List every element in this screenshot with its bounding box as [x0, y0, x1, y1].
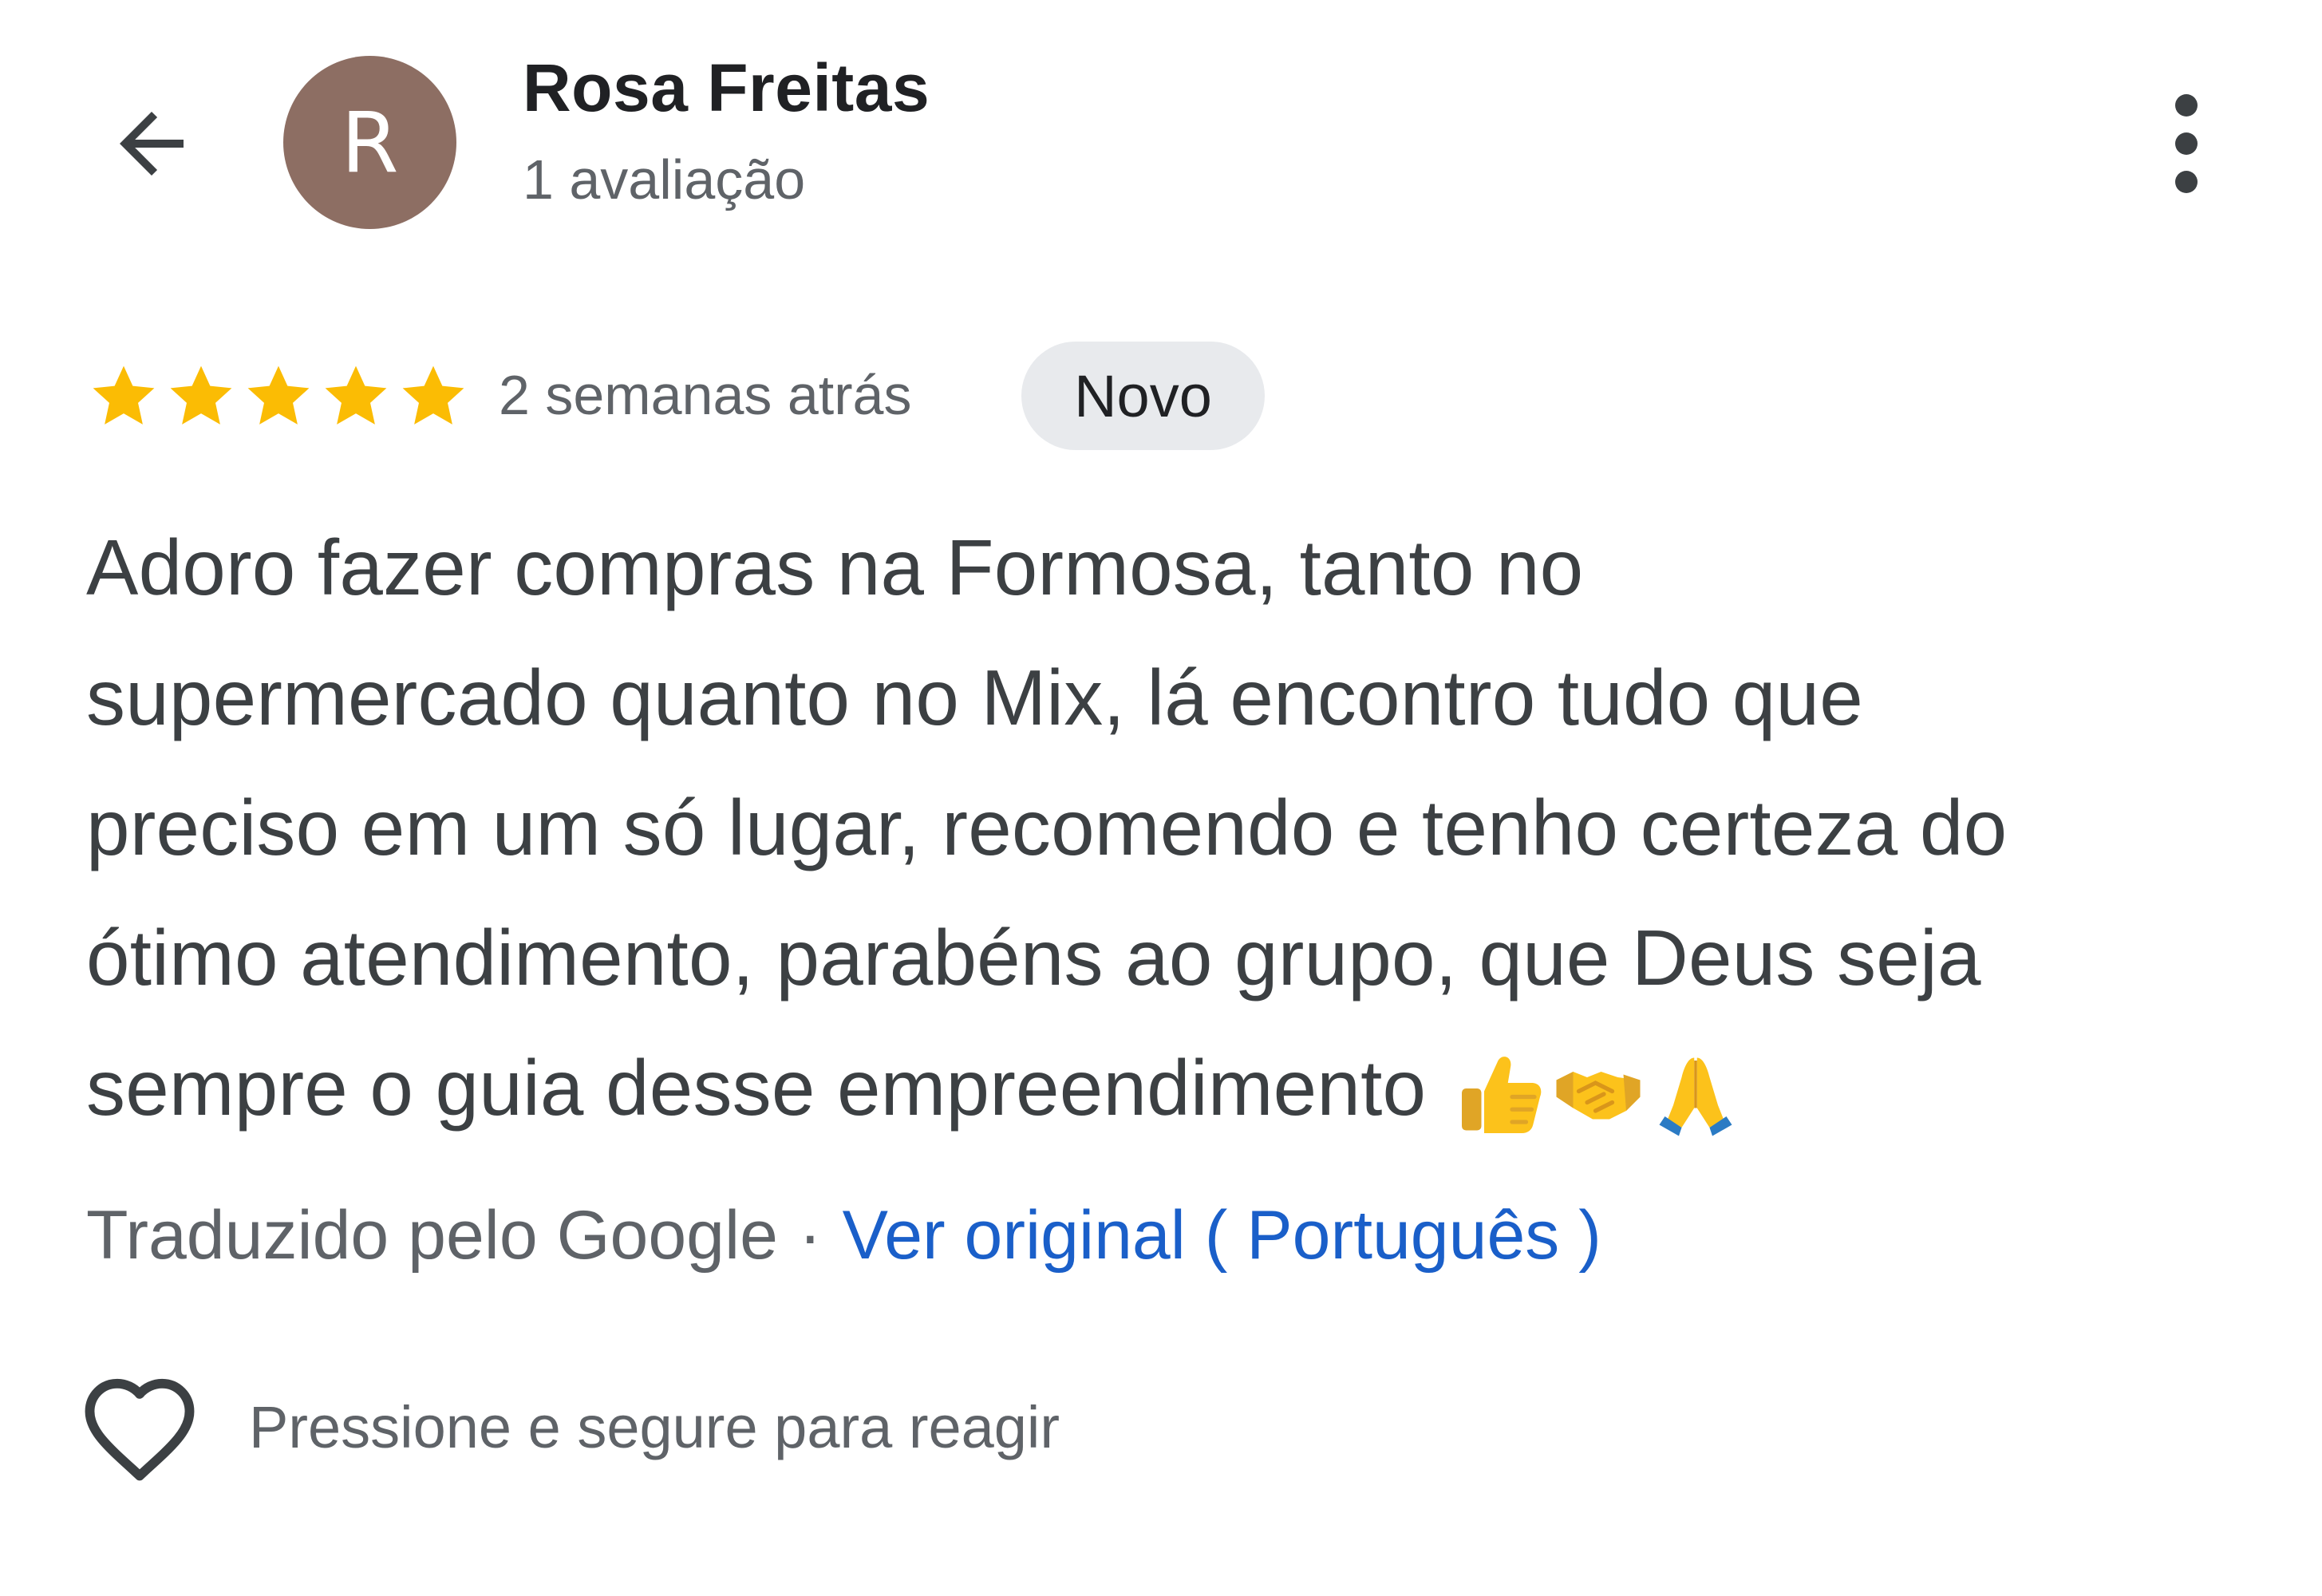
review-date: 2 semanas atrás: [499, 364, 912, 426]
heart-outline-icon: [85, 1378, 195, 1481]
star-icon: [402, 365, 464, 425]
star-icon: [325, 365, 387, 425]
separator: ·: [798, 1197, 822, 1274]
review-line: Adoro fazer compras na Formosa, tanto no: [86, 523, 1584, 611]
back-button[interactable]: [88, 80, 215, 207]
view-original-link[interactable]: Ver original ( Português ): [843, 1197, 1601, 1274]
react-button[interactable]: [80, 1373, 199, 1484]
star-icon: [170, 365, 232, 425]
avatar[interactable]: R: [283, 56, 456, 229]
arrow-left-icon: [120, 112, 184, 176]
review-text: Adoro fazer compras na Formosa, tanto no…: [86, 503, 2257, 1153]
more-dot: [2175, 171, 2198, 193]
review-count: 1 avaliação: [523, 148, 806, 211]
review-line-last: sempre o guia desse empreendimento: [86, 1023, 2257, 1153]
avatar-letter: R: [341, 93, 399, 192]
review-line: supermercado quanto no Mix, lá encontro …: [86, 654, 1863, 741]
translation-row: Traduzido pelo Google · Ver original ( Por…: [86, 1201, 1601, 1270]
react-hint: Pressione e segure para reagir: [249, 1394, 1060, 1460]
handshake-icon: [1556, 1072, 1641, 1120]
star-rating: [86, 359, 471, 434]
review-line: ótimo atendimento, parabéns ao grupo, qu…: [86, 914, 1981, 1001]
review-detail-page: R Rosa Freitas 1 avaliação 2 semanas atr…: [0, 0, 2322, 1596]
more-dot: [2175, 132, 2198, 155]
new-badge: Novo: [1021, 342, 1265, 450]
star-icon: [93, 365, 155, 425]
review-line: sempre o guia desse empreendimento: [86, 1044, 1427, 1132]
translated-by-label: Traduzido pelo Google: [86, 1197, 778, 1274]
thumbs-up-icon: [1461, 1057, 1541, 1134]
review-line: preciso em um só lugar, recomendo e tenh…: [86, 784, 2008, 871]
user-name[interactable]: Rosa Freitas: [523, 54, 930, 121]
more-vertical-icon: [2175, 94, 2198, 117]
folded-hands-icon: [1659, 1057, 1732, 1136]
star-icon: [247, 365, 310, 425]
more-options-button[interactable]: [2138, 80, 2234, 207]
